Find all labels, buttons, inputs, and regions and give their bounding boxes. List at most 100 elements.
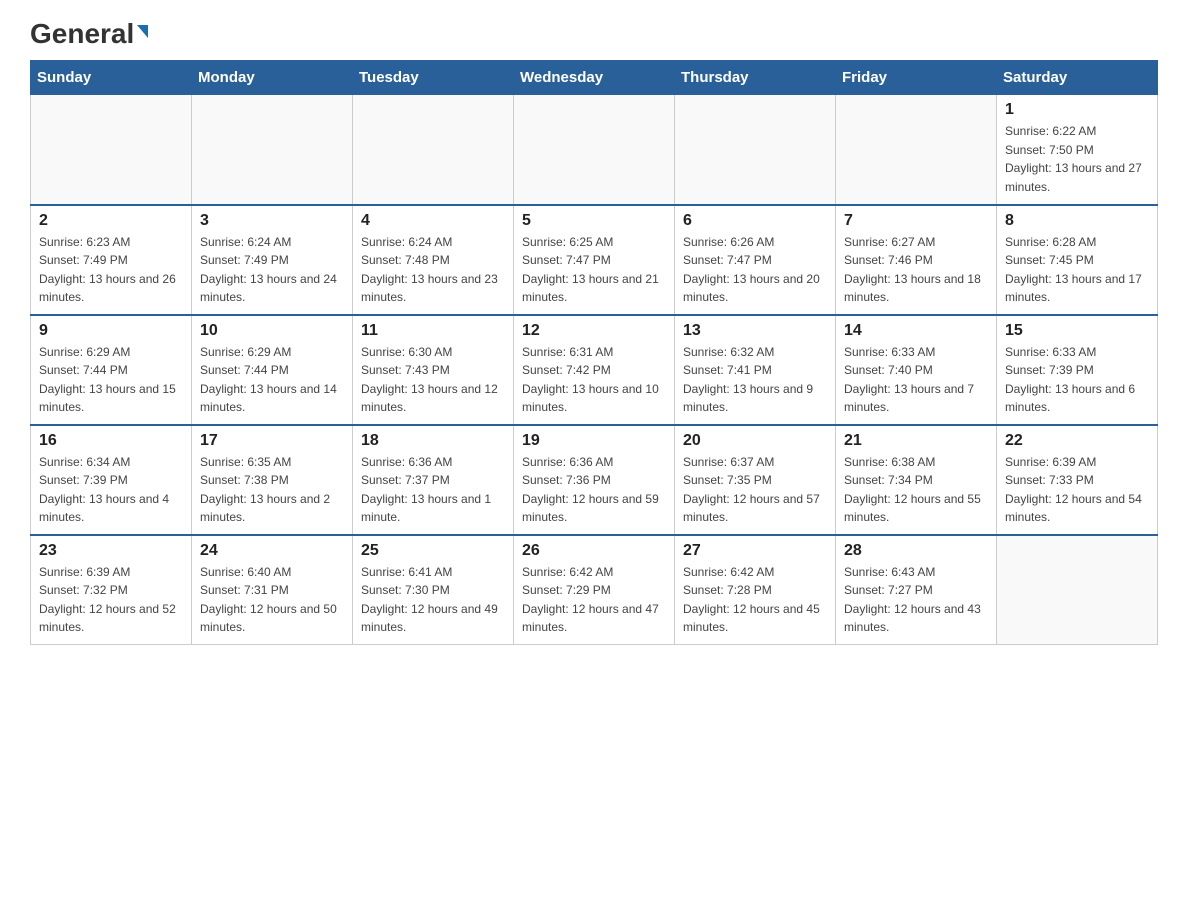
sun-info: Sunrise: 6:25 AMSunset: 7:47 PMDaylight:… [522,233,666,307]
day-number: 20 [683,432,827,450]
sun-info: Sunrise: 6:29 AMSunset: 7:44 PMDaylight:… [39,343,183,417]
weekday-header-row: SundayMondayTuesdayWednesdayThursdayFrid… [31,61,1158,95]
day-number: 7 [844,212,988,230]
sun-info: Sunrise: 6:36 AMSunset: 7:36 PMDaylight:… [522,453,666,527]
calendar-week-row: 1 Sunrise: 6:22 AMSunset: 7:50 PMDaylight… [31,95,1158,205]
calendar-cell: 11 Sunrise: 6:30 AMSunset: 7:43 PMDayligh… [353,315,514,425]
calendar-cell: 3 Sunrise: 6:24 AMSunset: 7:49 PMDaylight… [192,205,353,315]
calendar-cell: 8 Sunrise: 6:28 AMSunset: 7:45 PMDaylight… [997,205,1158,315]
day-number: 24 [200,542,344,560]
day-number: 27 [683,542,827,560]
day-number: 25 [361,542,505,560]
calendar-cell: 2 Sunrise: 6:23 AMSunset: 7:49 PMDaylight… [31,205,192,315]
day-number: 6 [683,212,827,230]
sun-info: Sunrise: 6:43 AMSunset: 7:27 PMDaylight:… [844,563,988,637]
calendar-cell [514,95,675,205]
sun-info: Sunrise: 6:37 AMSunset: 7:35 PMDaylight:… [683,453,827,527]
sun-info: Sunrise: 6:33 AMSunset: 7:39 PMDaylight:… [1005,343,1149,417]
calendar-cell: 17Sunrise: 6:35 AMSunset: 7:38 PMDayligh… [192,425,353,535]
calendar-cell: 15 Sunrise: 6:33 AMSunset: 7:39 PMDayligh… [997,315,1158,425]
calendar-week-row: 23 Sunrise: 6:39 AMSunset: 7:32 PMDayligh… [31,535,1158,645]
sun-info: Sunrise: 6:23 AMSunset: 7:49 PMDaylight:… [39,233,183,307]
calendar-cell: 14 Sunrise: 6:33 AMSunset: 7:40 PMDayligh… [836,315,997,425]
calendar-table: SundayMondayTuesdayWednesdayThursdayFrid… [30,60,1158,645]
sun-info: Sunrise: 6:30 AMSunset: 7:43 PMDaylight:… [361,343,505,417]
weekday-header-thursday: Thursday [675,61,836,95]
calendar-cell: 7 Sunrise: 6:27 AMSunset: 7:46 PMDaylight… [836,205,997,315]
day-number: 9 [39,322,183,340]
day-number: 10 [200,322,344,340]
calendar-cell: 10 Sunrise: 6:29 AMSunset: 7:44 PMDayligh… [192,315,353,425]
weekday-header-saturday: Saturday [997,61,1158,95]
weekday-header-friday: Friday [836,61,997,95]
calendar-cell [675,95,836,205]
calendar-cell: 1 Sunrise: 6:22 AMSunset: 7:50 PMDaylight… [997,95,1158,205]
day-number: 14 [844,322,988,340]
page-header: General [30,20,1158,50]
calendar-cell: 20 Sunrise: 6:37 AMSunset: 7:35 PMDayligh… [675,425,836,535]
calendar-cell: 9 Sunrise: 6:29 AMSunset: 7:44 PMDaylight… [31,315,192,425]
sun-info: Sunrise: 6:22 AMSunset: 7:50 PMDaylight:… [1005,122,1149,196]
calendar-cell: 23 Sunrise: 6:39 AMSunset: 7:32 PMDayligh… [31,535,192,645]
sun-info: Sunrise: 6:39 AMSunset: 7:32 PMDaylight:… [39,563,183,637]
sun-info: Sunrise: 6:41 AMSunset: 7:30 PMDaylight:… [361,563,505,637]
day-number: 8 [1005,212,1149,230]
sun-info: Sunrise: 6:26 AMSunset: 7:47 PMDaylight:… [683,233,827,307]
sun-info: Sunrise: 6:34 AMSunset: 7:39 PMDaylight:… [39,453,183,527]
sun-info: Sunrise: 6:36 AMSunset: 7:37 PMDaylight:… [361,453,505,527]
sun-info: Sunrise: 6:29 AMSunset: 7:44 PMDaylight:… [200,343,344,417]
calendar-cell: 21 Sunrise: 6:38 AMSunset: 7:34 PMDayligh… [836,425,997,535]
day-number: 15 [1005,322,1149,340]
sun-info: Sunrise: 6:40 AMSunset: 7:31 PMDaylight:… [200,563,344,637]
calendar-cell [192,95,353,205]
day-number: 16 [39,432,183,450]
day-number: 11 [361,322,505,340]
calendar-cell: 24 Sunrise: 6:40 AMSunset: 7:31 PMDayligh… [192,535,353,645]
day-number: 2 [39,212,183,230]
day-number: 21 [844,432,988,450]
sun-info: Sunrise: 6:38 AMSunset: 7:34 PMDaylight:… [844,453,988,527]
calendar-cell [836,95,997,205]
calendar-cell [31,95,192,205]
sun-info: Sunrise: 6:24 AMSunset: 7:49 PMDaylight:… [200,233,344,307]
sun-info: Sunrise: 6:32 AMSunset: 7:41 PMDaylight:… [683,343,827,417]
day-number: 23 [39,542,183,560]
calendar-cell: 22Sunrise: 6:39 AMSunset: 7:33 PMDayligh… [997,425,1158,535]
day-number: 13 [683,322,827,340]
calendar-cell: 28 Sunrise: 6:43 AMSunset: 7:27 PMDayligh… [836,535,997,645]
calendar-cell: 27 Sunrise: 6:42 AMSunset: 7:28 PMDayligh… [675,535,836,645]
weekday-header-sunday: Sunday [31,61,192,95]
calendar-cell: 12 Sunrise: 6:31 AMSunset: 7:42 PMDayligh… [514,315,675,425]
sun-info: Sunrise: 6:31 AMSunset: 7:42 PMDaylight:… [522,343,666,417]
calendar-cell: 18 Sunrise: 6:36 AMSunset: 7:37 PMDayligh… [353,425,514,535]
weekday-header-tuesday: Tuesday [353,61,514,95]
day-number: 12 [522,322,666,340]
calendar-cell: 13 Sunrise: 6:32 AMSunset: 7:41 PMDayligh… [675,315,836,425]
calendar-week-row: 9 Sunrise: 6:29 AMSunset: 7:44 PMDaylight… [31,315,1158,425]
calendar-week-row: 16 Sunrise: 6:34 AMSunset: 7:39 PMDayligh… [31,425,1158,535]
weekday-header-monday: Monday [192,61,353,95]
logo-general: General [30,20,148,48]
day-number: 18 [361,432,505,450]
sun-info: Sunrise: 6:24 AMSunset: 7:48 PMDaylight:… [361,233,505,307]
sun-info: Sunrise: 6:42 AMSunset: 7:29 PMDaylight:… [522,563,666,637]
calendar-cell: 6 Sunrise: 6:26 AMSunset: 7:47 PMDaylight… [675,205,836,315]
calendar-cell: 26Sunrise: 6:42 AMSunset: 7:29 PMDayligh… [514,535,675,645]
calendar-cell: 25 Sunrise: 6:41 AMSunset: 7:30 PMDayligh… [353,535,514,645]
calendar-cell: 16 Sunrise: 6:34 AMSunset: 7:39 PMDayligh… [31,425,192,535]
day-number: 17 [200,432,344,450]
day-number: 28 [844,542,988,560]
sun-info: Sunrise: 6:27 AMSunset: 7:46 PMDaylight:… [844,233,988,307]
sun-info: Sunrise: 6:28 AMSunset: 7:45 PMDaylight:… [1005,233,1149,307]
day-number: 3 [200,212,344,230]
calendar-cell [353,95,514,205]
day-number: 19 [522,432,666,450]
sun-info: Sunrise: 6:42 AMSunset: 7:28 PMDaylight:… [683,563,827,637]
calendar-cell: 19 Sunrise: 6:36 AMSunset: 7:36 PMDayligh… [514,425,675,535]
logo: General [30,20,148,50]
day-number: 1 [1005,101,1149,119]
calendar-cell: 5 Sunrise: 6:25 AMSunset: 7:47 PMDaylight… [514,205,675,315]
calendar-cell: 4Sunrise: 6:24 AMSunset: 7:48 PMDaylight… [353,205,514,315]
day-number: 5 [522,212,666,230]
sun-info: Sunrise: 6:33 AMSunset: 7:40 PMDaylight:… [844,343,988,417]
